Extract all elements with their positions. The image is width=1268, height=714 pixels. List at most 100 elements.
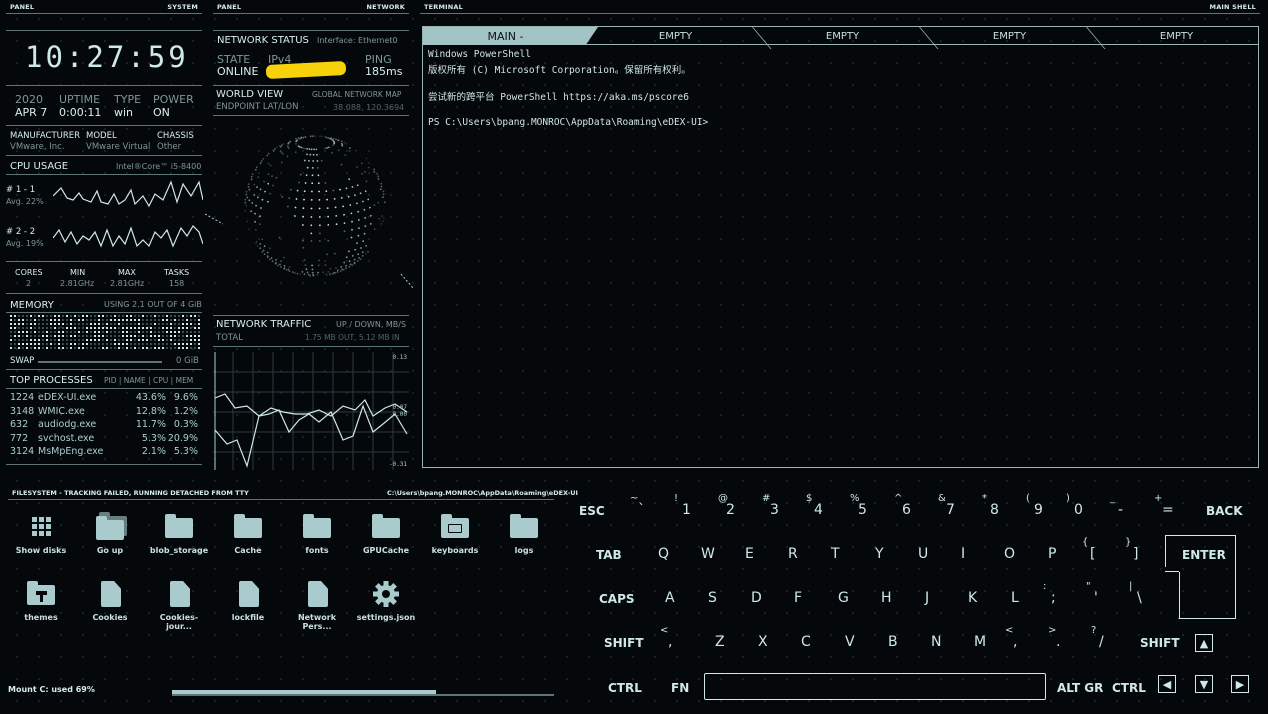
key-row1-13[interactable]: + = — [1154, 493, 1178, 519]
key-row1-7[interactable]: ^ 6 — [894, 493, 918, 519]
key-d[interactable]: D — [751, 591, 762, 605]
key-row1-8[interactable]: & 7 — [938, 493, 962, 519]
file-item-logs[interactable]: logs — [492, 514, 556, 555]
key-j[interactable]: J — [925, 591, 929, 605]
key-l[interactable]: L — [1011, 591, 1019, 605]
key-i[interactable]: I — [961, 547, 965, 561]
key-u[interactable]: U — [918, 547, 928, 561]
key-o[interactable]: O — [1004, 547, 1015, 561]
arrow-left-key[interactable]: ◀ — [1158, 675, 1176, 693]
key-a[interactable]: A — [665, 591, 675, 605]
key-y[interactable]: Y — [875, 547, 884, 561]
shift-right-key[interactable]: SHIFT — [1140, 636, 1180, 650]
spacebar[interactable] — [704, 673, 1046, 700]
key-n[interactable]: N — [931, 635, 941, 649]
shift-left-key[interactable]: SHIFT — [604, 636, 644, 650]
key-g[interactable]: G — [838, 591, 849, 605]
key-t[interactable]: T — [831, 547, 840, 561]
key-row1-6[interactable]: % 5 — [850, 493, 874, 519]
backspace-key[interactable]: BACK — [1206, 504, 1243, 518]
file-item-cache[interactable]: Cache — [216, 514, 280, 555]
file-item-label: keyboards — [431, 546, 479, 555]
file-item-network-persistent[interactable]: Network Pers... — [285, 581, 349, 631]
altgr-key[interactable]: ALT GR — [1057, 681, 1103, 695]
file-item-cookies[interactable]: Cookies — [78, 581, 142, 622]
key-m[interactable]: M — [974, 635, 986, 649]
key-k[interactable]: K — [968, 591, 977, 605]
key-w[interactable]: W — [701, 547, 715, 561]
key-quote[interactable]: " ' — [1086, 581, 1110, 607]
arrow-up-key[interactable]: ▲ — [1195, 634, 1213, 652]
panel-title: MAIN SHELL — [1209, 3, 1256, 11]
esc-key[interactable]: ESC — [579, 504, 605, 518]
key-row1-4[interactable]: #3 — [762, 493, 786, 519]
file-item-settings[interactable]: settings.json — [354, 581, 418, 622]
key-shift-char: & — [938, 493, 946, 504]
file-item-cookies-journal[interactable]: Cookies-jour... — [147, 581, 211, 631]
process-row[interactable]: 772 svchost.exe 5.3% 20.9% — [10, 432, 200, 446]
file-item-fonts[interactable]: fonts — [285, 514, 349, 555]
key-row1-9[interactable]: * 8 — [982, 493, 1006, 519]
file-item-go-up[interactable]: Go up — [78, 512, 142, 555]
key-period[interactable]: >. — [1048, 625, 1072, 651]
key-char: ] — [1133, 546, 1139, 562]
key-bracket-close[interactable]: }] — [1125, 537, 1149, 563]
key-v[interactable]: V — [845, 635, 855, 649]
key-comma-left[interactable]: <, — [660, 625, 684, 651]
key-semicolon[interactable]: :; — [1043, 581, 1067, 607]
caps-key[interactable]: CAPS — [599, 592, 635, 606]
key-r[interactable]: R — [788, 547, 798, 561]
key-z[interactable]: Z — [715, 635, 725, 649]
mount-usage-fill — [172, 690, 436, 694]
key-p[interactable]: P — [1048, 547, 1056, 561]
key-e[interactable]: E — [745, 547, 754, 561]
key-s[interactable]: S — [708, 591, 717, 605]
key-char: , — [668, 634, 673, 650]
file-item-themes[interactable]: themes — [9, 581, 73, 622]
tab-empty-3[interactable]: EMPTY — [927, 27, 1092, 45]
uptime-value: 0:00:11 — [59, 106, 102, 119]
key-row1-3[interactable]: @2 — [718, 493, 742, 519]
key-char: 0 — [1074, 502, 1083, 518]
fn-key[interactable]: FN — [671, 681, 689, 695]
key-x[interactable]: X — [758, 635, 768, 649]
key-c[interactable]: C — [801, 635, 811, 649]
process-row[interactable]: 3124 MsMpEng.exe 2.1% 5.3% — [10, 445, 200, 459]
file-item-gpucache[interactable]: GPUCache — [354, 514, 418, 555]
file-item-show-disks[interactable]: Show disks — [9, 514, 73, 555]
key-comma[interactable]: <, — [1005, 625, 1029, 651]
process-row[interactable]: 632 audiodg.exe 11.7% 0.3% — [10, 418, 200, 432]
key-row1-5[interactable]: $4 — [806, 493, 830, 519]
globe[interactable] — [205, 128, 417, 298]
tab-key[interactable]: TAB — [596, 548, 622, 562]
ctrl-right-key[interactable]: CTRL — [1112, 681, 1146, 695]
file-item-label: Cookies — [92, 613, 128, 622]
key-bracket-open[interactable]: {[ — [1082, 537, 1106, 563]
key-f[interactable]: F — [794, 591, 802, 605]
key-row1-1[interactable]: ~ ` — [630, 493, 654, 519]
tab-empty-4[interactable]: EMPTY — [1094, 27, 1259, 45]
key-row1-10[interactable]: (9 — [1026, 493, 1050, 519]
key-b[interactable]: B — [888, 635, 898, 649]
terminal-window[interactable]: MAIN - EMPTY EMPTY EMPTY EMPTY Windows P… — [422, 26, 1259, 468]
key-backslash[interactable]: | \ — [1129, 581, 1153, 607]
arrow-down-key[interactable]: ▼ — [1195, 675, 1213, 693]
key-q[interactable]: Q — [658, 547, 669, 561]
tab-main[interactable]: MAIN - — [423, 27, 588, 45]
tab-empty-1[interactable]: EMPTY — [593, 27, 758, 45]
key-row1-2[interactable]: ! 1 — [674, 493, 698, 519]
key-slash[interactable]: ? / — [1091, 625, 1115, 651]
process-row[interactable]: 1224 eDEX-UI.exe 43.6% 9.6% — [10, 391, 200, 405]
tab-empty-2[interactable]: EMPTY — [760, 27, 925, 45]
key-row1-12[interactable]: _ - — [1110, 493, 1134, 519]
process-row[interactable]: 3148 WMIC.exe 12.8% 1.2% — [10, 405, 200, 419]
key-row1-11[interactable]: ) 0 — [1066, 493, 1090, 519]
file-item-blob-storage[interactable]: blob_storage — [147, 514, 211, 555]
file-item-lockfile[interactable]: lockfile — [216, 581, 280, 622]
arrow-right-key[interactable]: ▶ — [1231, 675, 1249, 693]
file-item-keyboards[interactable]: keyboards — [423, 514, 487, 555]
date: APR 7 — [15, 106, 48, 119]
ctrl-left-key[interactable]: CTRL — [608, 681, 642, 695]
key-h[interactable]: H — [881, 591, 892, 605]
endpoint-value: 38.088, 120.3694 — [333, 103, 405, 112]
